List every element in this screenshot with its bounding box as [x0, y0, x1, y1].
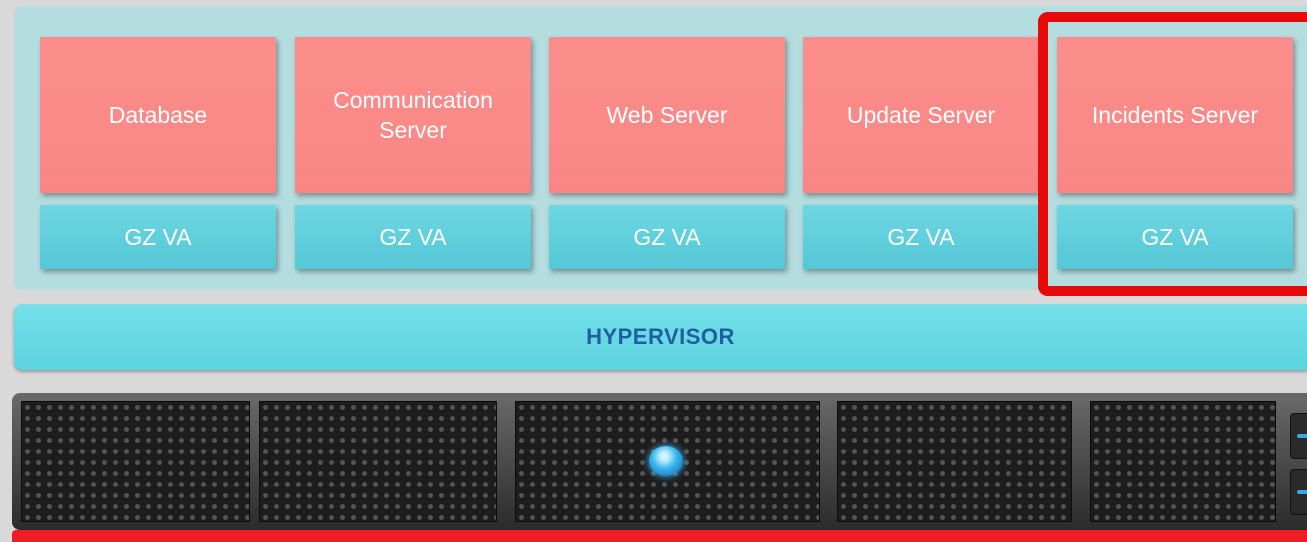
hypervisor-label: HYPERVISOR [586, 324, 735, 349]
hypervisor-layer: HYPERVISOR [14, 304, 1307, 370]
va-box-1: GZ VA [40, 205, 276, 269]
app-box-update-server: Update Server [803, 37, 1039, 193]
highlight-frame [1038, 12, 1307, 296]
server-vent-panel-4 [837, 401, 1072, 522]
red-base-bar [12, 530, 1307, 542]
server-vent-panel-5 [1090, 401, 1276, 522]
server-power-led-icon [649, 446, 683, 476]
va-box-2: GZ VA [295, 205, 531, 269]
app-box-web-server: Web Server [549, 37, 785, 193]
drive-bay-top [1290, 413, 1307, 459]
app-box-communication-server: Communication Server [295, 37, 531, 193]
va-box-4: GZ VA [803, 205, 1039, 269]
drive-bay-bottom [1290, 469, 1307, 515]
app-box-database: Database [40, 37, 276, 193]
server-vent-panel-2 [259, 401, 497, 522]
va-box-3: GZ VA [549, 205, 785, 269]
server-vent-panel-1 [21, 401, 250, 522]
server-hardware [12, 393, 1307, 530]
